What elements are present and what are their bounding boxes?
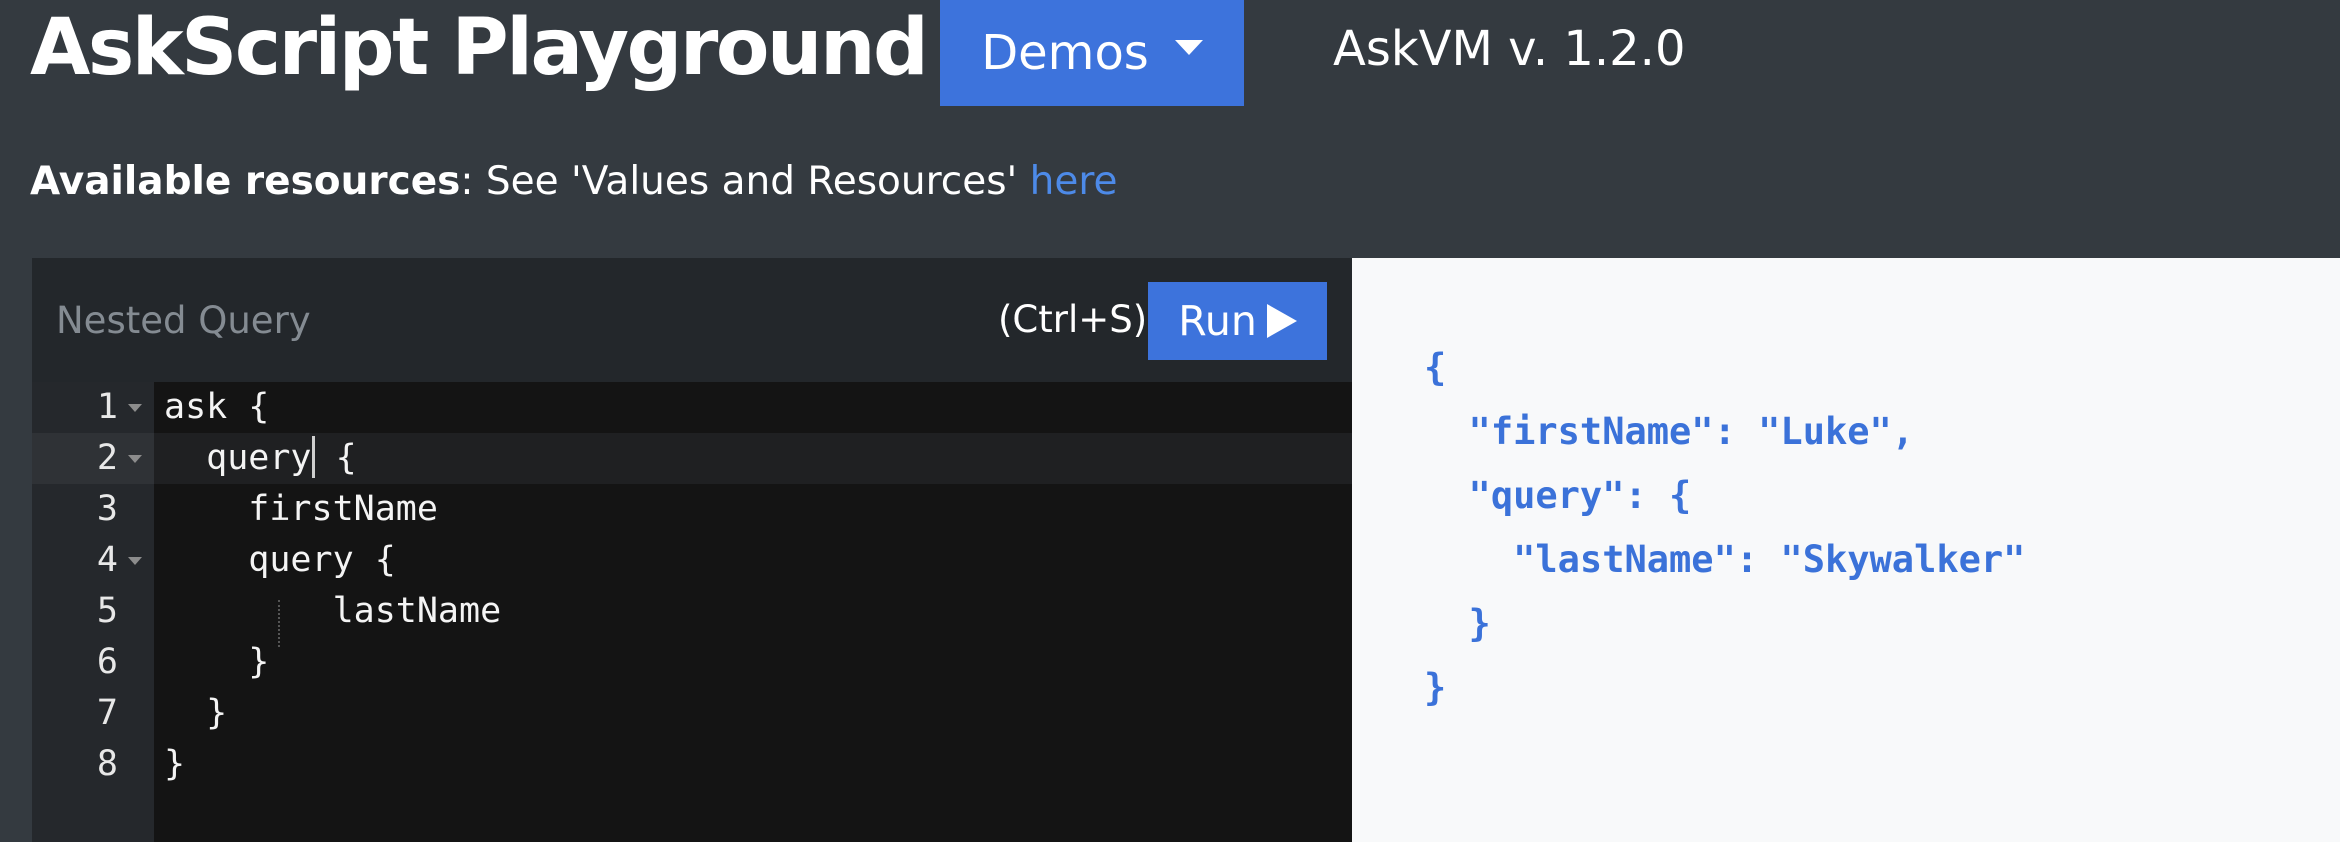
play-icon	[1266, 304, 1297, 338]
code-text: }	[164, 642, 270, 682]
code-line[interactable]: 7 }	[32, 688, 1352, 739]
gutter-cell: 2	[32, 433, 154, 484]
code-editor[interactable]: 1 ask { 2 query { 3 firstName 4 query {…	[32, 382, 1352, 842]
demos-dropdown-button[interactable]: Demos	[940, 0, 1244, 106]
code-line[interactable]: 4 query {	[32, 535, 1352, 586]
values-resources-link[interactable]: here	[1030, 159, 1118, 204]
code-text: firstName	[164, 489, 438, 529]
fold-arrow-icon[interactable]	[128, 455, 142, 463]
fold-arrow-icon[interactable]	[128, 557, 142, 565]
chevron-down-icon	[1174, 39, 1203, 55]
gutter-cell: 6	[32, 637, 154, 688]
line-number: 4	[96, 540, 118, 580]
gutter-cell: 3	[32, 484, 154, 535]
fold-arrow-icon[interactable]	[128, 404, 142, 412]
line-number: 8	[96, 744, 118, 784]
script-title: Nested Query	[56, 299, 311, 342]
editor-panel: Nested Query (Ctrl+S) Run 1 ask { 2 quer…	[32, 258, 1352, 842]
line-number: 2	[96, 438, 118, 478]
code-line[interactable]: 1 ask {	[32, 382, 1352, 433]
askvm-version-label: AskVM v. 1.2.0	[1333, 21, 1686, 77]
available-resources-line: Available resources: See 'Values and Res…	[30, 152, 1118, 212]
run-button-label: Run	[1178, 297, 1257, 345]
code-line-active[interactable]: 2 query {	[32, 433, 1352, 484]
code-line[interactable]: 6 }	[32, 637, 1352, 688]
demos-button-label: Demos	[981, 25, 1149, 81]
available-resources-text: : See 'Values and Resources'	[460, 159, 1030, 204]
line-number: 1	[96, 387, 118, 427]
gutter-cell: 4	[32, 535, 154, 586]
code-text: }	[164, 744, 186, 784]
gutter-cell: 7	[32, 688, 154, 739]
gutter-cell: 1	[32, 382, 154, 433]
gutter-cell: 5	[32, 586, 154, 637]
editor-toolbar: Nested Query (Ctrl+S) Run	[32, 258, 1352, 382]
available-resources-label: Available resources	[30, 159, 461, 204]
code-text: lastName	[164, 591, 502, 631]
code-line[interactable]: 5 lastName	[32, 586, 1352, 637]
code-line[interactable]: 8 }	[32, 739, 1352, 790]
run-button[interactable]: Run	[1148, 282, 1327, 360]
line-number: 3	[96, 489, 118, 529]
run-shortcut-hint: (Ctrl+S)	[998, 298, 1148, 341]
line-number: 5	[96, 591, 118, 631]
code-text-after-cursor: {	[314, 438, 357, 478]
app-title: AskScript Playground	[30, 3, 929, 93]
code-text: query {	[154, 433, 357, 484]
code-text: query {	[164, 540, 396, 580]
output-panel: { "firstName": "Luke", "query": { "lastN…	[1352, 258, 2340, 842]
output-json: { "firstName": "Luke", "query": { "lastN…	[1424, 346, 2026, 709]
line-number: 6	[96, 642, 118, 682]
code-text-before-cursor: query	[164, 438, 312, 478]
code-line[interactable]: 3 firstName	[32, 484, 1352, 535]
indent-guide	[278, 600, 280, 647]
line-number: 7	[96, 693, 118, 733]
code-text: ask {	[164, 387, 270, 427]
gutter-cell: 8	[32, 739, 154, 790]
code-text: }	[164, 693, 228, 733]
